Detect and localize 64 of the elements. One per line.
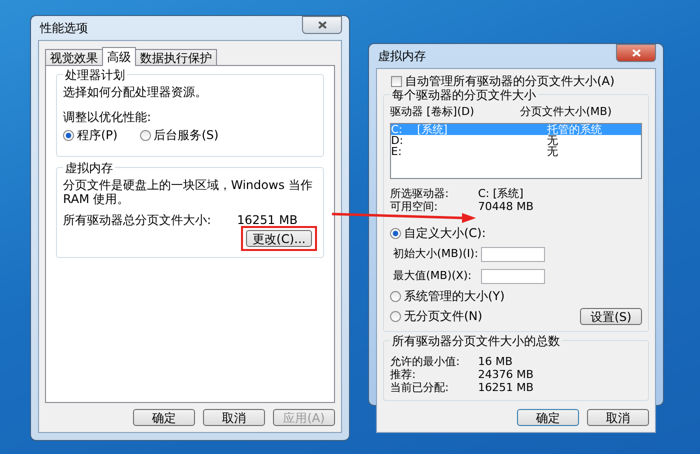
radio-button[interactable]: [390, 311, 401, 322]
group-title: 所有驱动器分页文件大小的总数: [390, 333, 562, 350]
field-label: 最大值(MB)(X):: [393, 269, 472, 283]
radio-button[interactable]: [63, 130, 74, 141]
radio-option[interactable]: 无分页文件(N): [390, 308, 505, 325]
dialog-button[interactable]: 取消: [203, 409, 265, 426]
total-size-value: 16251 MB: [237, 213, 298, 227]
drive-letter: C:: [391, 124, 404, 135]
radio-label: 无分页文件(N): [404, 308, 482, 325]
selected-drive-label: 所选驱动器:: [390, 187, 450, 200]
change-button[interactable]: 更改(C)...: [246, 230, 312, 247]
tab[interactable]: 视觉效果: [45, 49, 103, 65]
description-text: 选择如何分配处理器资源。: [63, 85, 208, 99]
radio-label: 自定义大小(C):: [404, 225, 486, 242]
window-title: 虚拟内存: [377, 48, 426, 64]
radio-option[interactable]: 自定义大小(C):: [390, 225, 642, 242]
checkbox-label: 自动管理所有驱动器的分页文件大小(A): [405, 74, 615, 88]
field-label: 初始大小(MB)(I):: [393, 247, 480, 261]
total-size-label: 所有驱动器总分页文件大小:: [63, 213, 212, 227]
radio-label: 程序(P): [77, 127, 118, 144]
column-header: 分页文件大小(MB): [520, 105, 612, 119]
tab[interactable]: 高级: [102, 47, 136, 66]
close-icon: [318, 21, 326, 29]
window-title: 性能选项: [38, 20, 88, 36]
drive-row[interactable]: D: 无: [391, 135, 641, 146]
description-text: 分页文件是硬盘上的一块区域，Windows 当作 RAM 使用。: [63, 178, 314, 206]
adjust-label: 调整以优化性能:: [63, 110, 152, 124]
drive-letter: D:: [391, 135, 404, 146]
group-title: 每个驱动器的分页文件大小: [390, 87, 538, 104]
group-title: 虚拟内存: [63, 160, 115, 177]
page-file-size: 无: [547, 135, 558, 146]
column-header: 驱动器 [卷标](D): [390, 105, 476, 119]
selected-drive-value: C: [系统]: [478, 187, 524, 200]
dialog-button[interactable]: 确定: [517, 409, 579, 426]
checkbox[interactable]: [391, 76, 402, 86]
page-file-size: 托管的系统: [547, 124, 603, 135]
total-label: 推荐:: [390, 368, 417, 381]
group-title: 处理器计划: [63, 67, 127, 84]
total-value: 24376 MB: [478, 368, 535, 381]
drive-row[interactable]: E: 无: [391, 146, 641, 157]
close-icon: [632, 49, 640, 57]
total-label: 允许的最小值:: [390, 355, 461, 368]
radio-button[interactable]: [140, 130, 151, 141]
radio-button[interactable]: [390, 291, 401, 302]
dialog-button[interactable]: 取消: [587, 409, 649, 426]
total-value: 16251 MB: [478, 381, 535, 394]
close-button[interactable]: [302, 16, 342, 34]
free-space-value: 70448 MB: [478, 200, 535, 213]
total-label: 当前已分配:: [390, 381, 450, 394]
input-field[interactable]: [481, 268, 545, 284]
drive-label: [系统]: [417, 124, 449, 135]
page-file-size: 无: [547, 146, 559, 157]
total-value: 16 MB: [478, 355, 514, 368]
radio-button[interactable]: [390, 228, 401, 239]
tab[interactable]: 数据执行保护: [135, 49, 217, 65]
dialog-button[interactable]: 确定: [133, 409, 195, 426]
set-button[interactable]: 设置(S): [580, 308, 642, 325]
radio-option[interactable]: 程序(P): [63, 127, 118, 144]
free-space-label: 可用空间:: [390, 200, 439, 213]
drive-letter: E:: [391, 146, 403, 157]
radio-label: 后台服务(S): [154, 127, 219, 144]
close-button[interactable]: [616, 44, 656, 62]
input-field[interactable]: [481, 246, 545, 262]
radio-option[interactable]: 后台服务(S): [140, 127, 219, 144]
